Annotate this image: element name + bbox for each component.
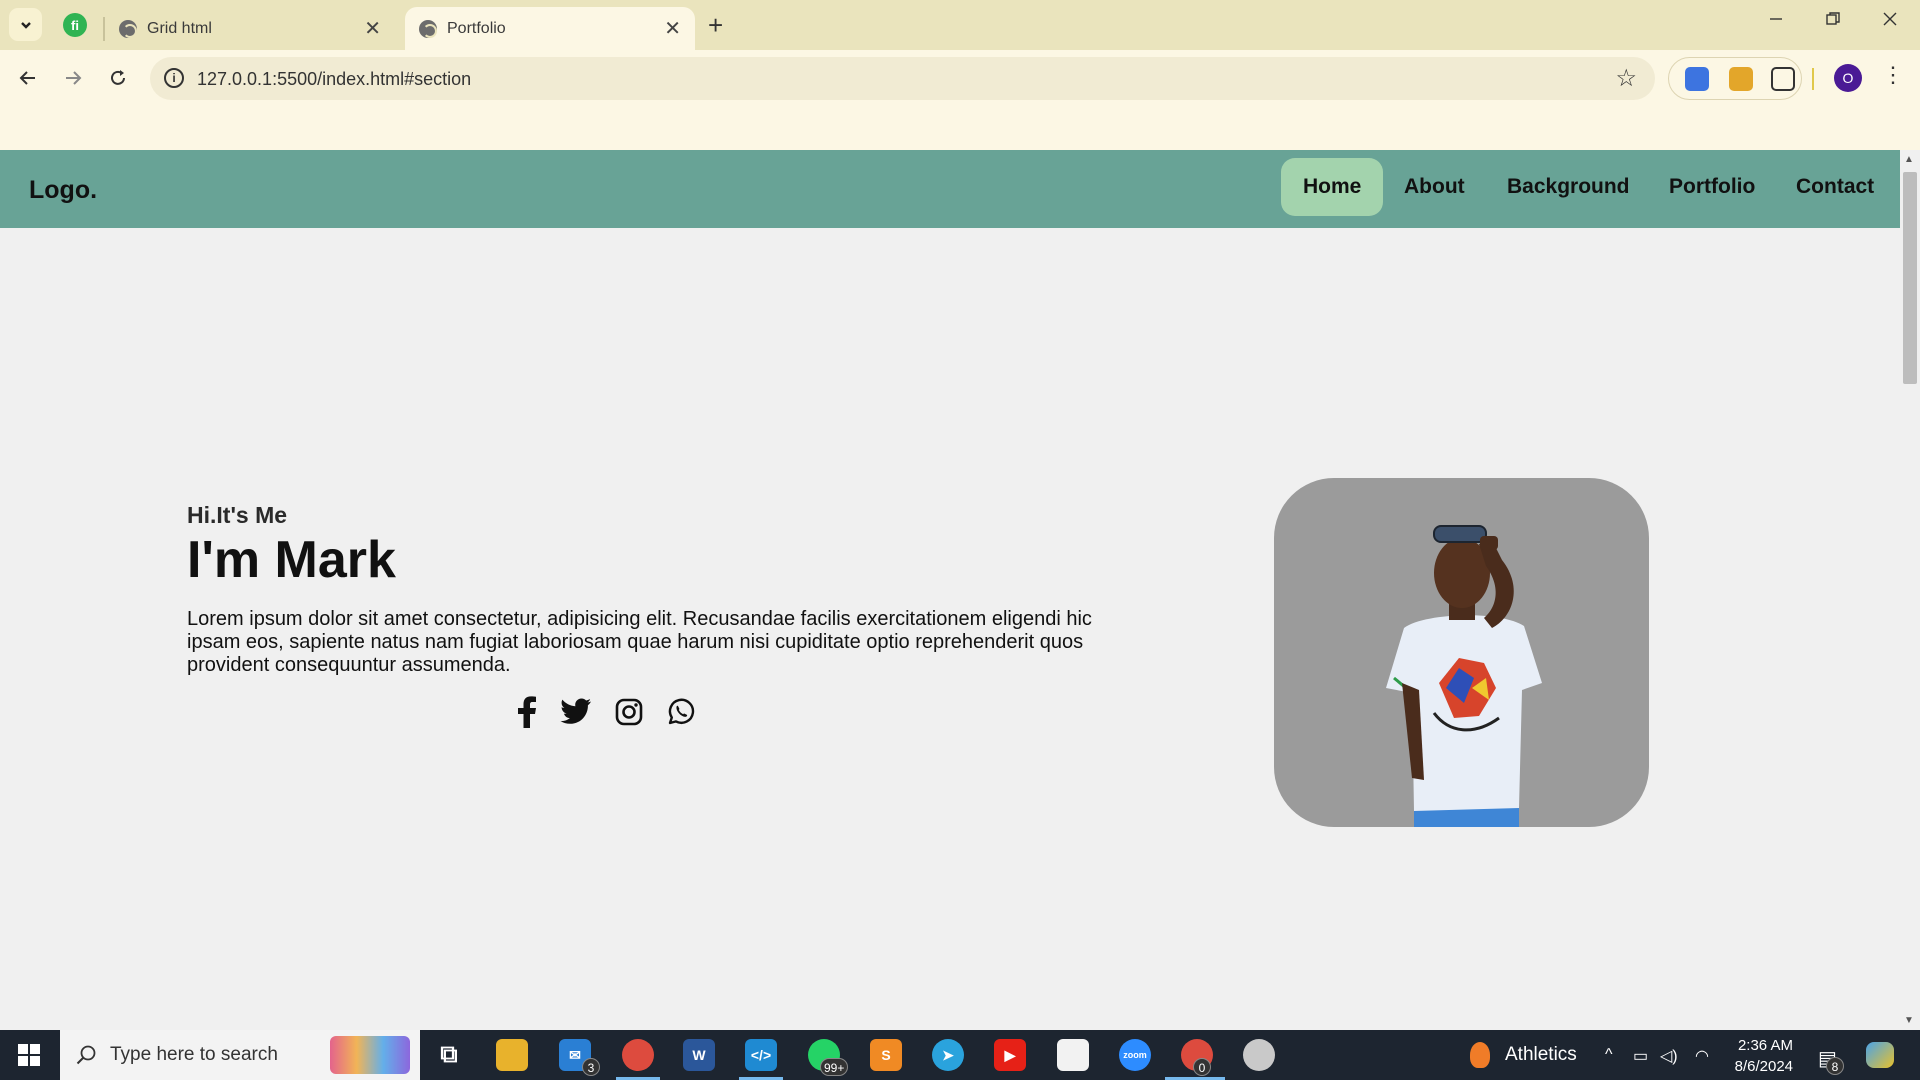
back-button[interactable] bbox=[10, 60, 46, 96]
taskbar-search-box[interactable]: Type here to search bbox=[60, 1030, 420, 1080]
toolbar-divider bbox=[1812, 68, 1814, 90]
facebook-icon[interactable] bbox=[510, 695, 544, 729]
new-tab-button[interactable]: + bbox=[708, 10, 723, 41]
bookmark-star-icon[interactable]: ☆ bbox=[1615, 64, 1637, 93]
scroll-up-icon[interactable]: ▲ bbox=[1904, 154, 1914, 165]
site-logo[interactable]: Logo. bbox=[29, 176, 97, 205]
clock-time: 2:36 AM bbox=[1737, 1037, 1793, 1054]
sublime-icon[interactable]: S bbox=[870, 1039, 902, 1071]
system-clock[interactable]: 2:36 AM 8/6/2024 bbox=[1733, 1035, 1793, 1077]
site-info-icon[interactable]: i bbox=[164, 68, 184, 88]
puzzle-icon[interactable] bbox=[1771, 67, 1795, 91]
nav-link-portfolio[interactable]: Portfolio bbox=[1647, 158, 1777, 216]
restore-button[interactable] bbox=[1825, 10, 1841, 33]
windows-taskbar: Type here to search ⧉ ✉ 3 W </> 99+ S ➤ … bbox=[0, 1030, 1920, 1080]
hero-bio: Lorem ipsum dolor sit amet consectetur, … bbox=[187, 608, 1092, 676]
zoom-icon[interactable]: zoom bbox=[1119, 1039, 1151, 1071]
scroll-down-icon[interactable]: ▼ bbox=[1904, 1015, 1914, 1026]
scroll-thumb[interactable] bbox=[1903, 172, 1917, 384]
extensions-group bbox=[1668, 57, 1802, 100]
browser-toolbar: i 127.0.0.1:5500/index.html#section ☆ O … bbox=[0, 50, 1920, 150]
nav-link-background[interactable]: Background bbox=[1485, 158, 1652, 216]
instagram-icon[interactable] bbox=[612, 695, 646, 729]
profile-photo bbox=[1274, 478, 1649, 827]
site-navbar: Logo. Home About Background Portfolio Co… bbox=[0, 150, 1900, 228]
page-viewport: Logo. Home About Background Portfolio Co… bbox=[0, 150, 1900, 1030]
mail-badge: 3 bbox=[582, 1058, 600, 1076]
volume-icon[interactable]: ◁) bbox=[1660, 1046, 1678, 1066]
close-tab-icon[interactable]: ✕ bbox=[664, 16, 681, 41]
restore-icon bbox=[1826, 12, 1840, 25]
tab-title: Grid html bbox=[147, 19, 212, 37]
tab-search-button[interactable] bbox=[9, 8, 42, 41]
whatsapp-icon[interactable] bbox=[664, 695, 698, 729]
arrow-left-icon bbox=[19, 71, 35, 85]
vscode-icon[interactable]: </> bbox=[745, 1039, 777, 1071]
tab-title: Portfolio bbox=[447, 19, 506, 37]
chevron-up-icon[interactable]: ^ bbox=[1605, 1046, 1613, 1064]
search-highlight-icon bbox=[330, 1036, 410, 1074]
reload-button[interactable] bbox=[100, 60, 136, 96]
profile-avatar[interactable]: O bbox=[1834, 64, 1862, 92]
tab-strip: fi Grid html ✕ Portfolio ✕ + bbox=[0, 0, 1920, 50]
nav-link-contact[interactable]: Contact bbox=[1774, 158, 1896, 216]
clock-date: 8/6/2024 bbox=[1734, 1058, 1793, 1075]
windows-start-icon[interactable] bbox=[18, 1044, 40, 1066]
close-icon bbox=[1883, 12, 1897, 26]
extension-icon[interactable] bbox=[1685, 67, 1709, 91]
notepad-icon[interactable] bbox=[1057, 1039, 1089, 1071]
page-scrollbar[interactable]: ▲ ▼ bbox=[1900, 150, 1920, 1030]
tab-portfolio[interactable]: Portfolio ✕ bbox=[405, 7, 695, 50]
reload-icon bbox=[111, 70, 125, 85]
nav-link-about[interactable]: About bbox=[1382, 158, 1487, 216]
file-explorer-icon[interactable] bbox=[496, 1039, 528, 1071]
battery-icon[interactable]: ▭ bbox=[1633, 1046, 1648, 1066]
globe-icon bbox=[119, 19, 137, 38]
task-view-icon[interactable]: ⧉ bbox=[433, 1039, 465, 1071]
minimize-icon bbox=[1770, 18, 1782, 20]
chrome-badge: 0 bbox=[1193, 1058, 1211, 1076]
search-placeholder: Type here to search bbox=[110, 1044, 278, 1065]
chrome-icon[interactable] bbox=[622, 1039, 654, 1071]
chevron-down-icon bbox=[20, 21, 31, 29]
whatsapp-badge: 99+ bbox=[820, 1058, 849, 1076]
globe-icon bbox=[419, 19, 437, 38]
wifi-icon[interactable]: ◠ bbox=[1695, 1046, 1709, 1066]
url-text[interactable]: 127.0.0.1:5500/index.html#section bbox=[197, 69, 471, 90]
tab-grid-html[interactable]: Grid html ✕ bbox=[103, 7, 395, 50]
close-tab-icon[interactable]: ✕ bbox=[364, 16, 381, 41]
close-window-button[interactable] bbox=[1882, 10, 1898, 33]
person-illustration bbox=[1386, 525, 1542, 827]
nav-link-home[interactable]: Home bbox=[1281, 158, 1384, 216]
pinned-extension-icon[interactable]: fi bbox=[63, 13, 87, 37]
paint-icon[interactable] bbox=[1243, 1039, 1275, 1071]
extension-icon[interactable] bbox=[1729, 67, 1753, 91]
menu-dots-icon[interactable]: ⋮ bbox=[1882, 62, 1904, 88]
hero-greeting: Hi.It's Me bbox=[187, 502, 288, 528]
telegram-icon[interactable]: ➤ bbox=[932, 1039, 964, 1071]
youtube-icon[interactable]: ▶ bbox=[994, 1039, 1026, 1071]
weather-text[interactable]: Athletics bbox=[1505, 1044, 1577, 1066]
notification-badge: 8 bbox=[1826, 1057, 1844, 1075]
minimize-button[interactable] bbox=[1768, 10, 1784, 33]
twitter-icon[interactable] bbox=[559, 695, 593, 729]
search-icon bbox=[76, 1045, 96, 1065]
weather-icon bbox=[1470, 1042, 1490, 1068]
address-bar[interactable]: i 127.0.0.1:5500/index.html#section ☆ bbox=[150, 57, 1655, 100]
copilot-icon[interactable] bbox=[1866, 1042, 1894, 1068]
forward-button[interactable] bbox=[55, 60, 91, 96]
hero-headline: I'm Mark bbox=[187, 531, 396, 589]
word-icon[interactable]: W bbox=[683, 1039, 715, 1071]
arrow-right-icon bbox=[66, 71, 82, 85]
